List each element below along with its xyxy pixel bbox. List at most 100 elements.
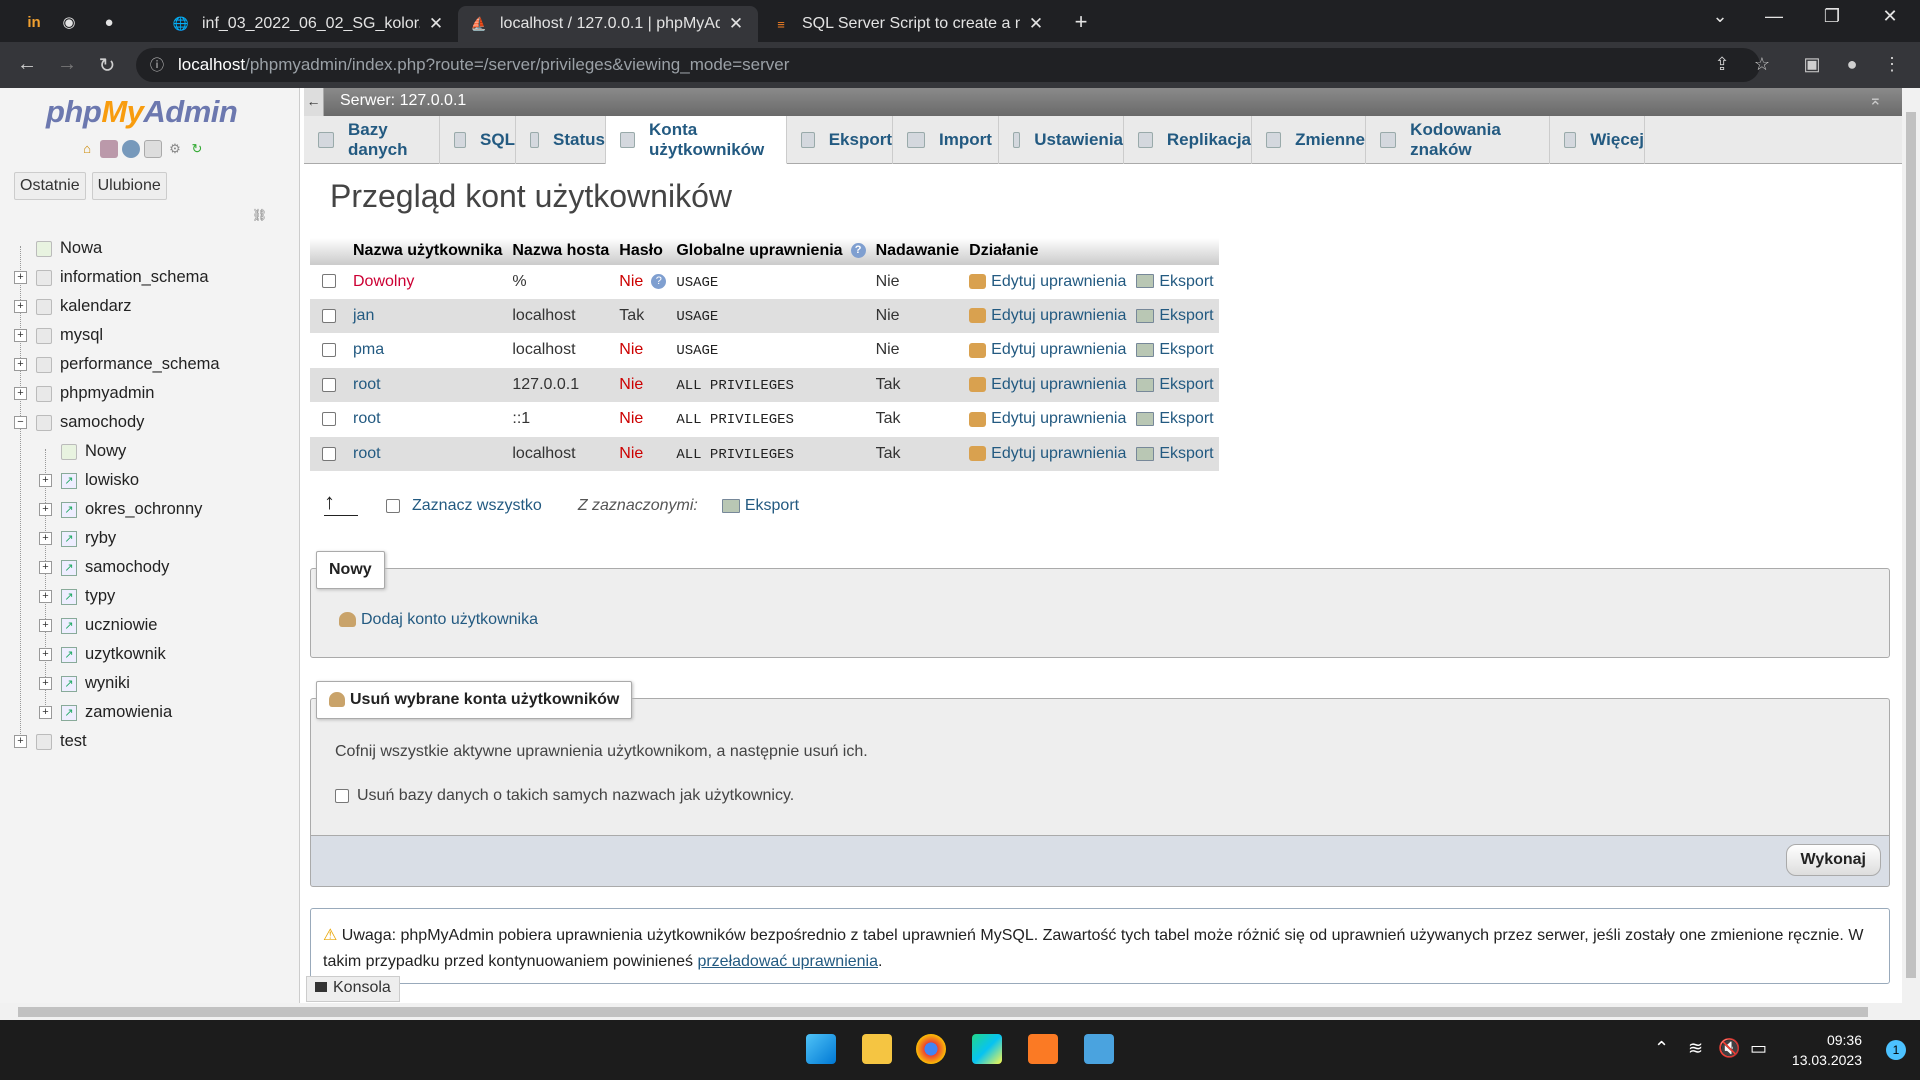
export-link[interactable]: Eksport [1159,273,1213,290]
share-icon[interactable]: ⇪ [1710,54,1734,75]
close-tab-icon[interactable]: ✕ [426,14,446,34]
nav-item-label[interactable]: test [60,732,87,751]
nav-item-label[interactable]: lowisko [85,471,139,490]
expand-icon[interactable]: + [39,474,52,487]
nav-database-item[interactable]: + information_schema [0,263,299,292]
expand-icon[interactable]: + [14,329,27,342]
horizontal-scroll-thumb[interactable] [18,1007,1868,1017]
execute-button[interactable]: Wykonaj [1785,844,1881,876]
nav-new-item[interactable]: Nowa [0,234,299,263]
tab-favorites[interactable]: Ulubione [91,172,167,200]
menu-tab-2[interactable]: Status [516,116,606,164]
username-cell-value[interactable]: root [353,410,381,427]
row-checkbox[interactable] [322,343,336,358]
help-icon[interactable]: ? [651,273,667,289]
nav-item-label[interactable]: performance_schema [60,355,220,374]
expand-icon[interactable]: + [39,532,52,545]
row-checkbox[interactable] [322,412,336,427]
nav-table-item[interactable]: + ↗ uzytkownik [0,640,299,669]
menu-tab-0[interactable]: Bazy danych [304,116,440,164]
edit-privileges-link[interactable]: Edytuj uprawnienia [991,445,1126,462]
reload-privileges-link[interactable]: przeładować uprawnienia [697,953,878,970]
edit-privileges-link[interactable]: Edytuj uprawnienia [991,273,1126,290]
browser-tab-phpmyadmin[interactable]: ⛵ localhost / 127.0.0.1 | phpMyAdmin ✕ [458,6,758,42]
nav-new-item[interactable]: Nowy [0,437,299,466]
username-cell-value[interactable]: pma [353,341,384,358]
chrome-icon[interactable] [916,1034,946,1064]
select-all-label[interactable]: Zaznacz wszystko [412,497,542,515]
docs-icon[interactable] [144,140,162,158]
nav-database-item[interactable]: + phpmyadmin [0,379,299,408]
console-toggle[interactable]: Konsola [306,976,400,1002]
nav-table-item[interactable]: + ↗ lowisko [0,466,299,495]
menu-kebab-icon[interactable]: ⋮ [1880,54,1904,75]
nav-item-label[interactable]: uzytkownik [85,645,166,664]
nav-database-item[interactable]: + kalendarz [0,292,299,321]
collapse-nav-button[interactable]: ← [304,88,324,116]
menu-tab-6[interactable]: Ustawienia [999,116,1124,164]
tab-search-chevron-icon[interactable]: ⌄ [1700,6,1740,27]
pinned-tab-github-icon[interactable]: ● [97,10,121,34]
menu-tab-3[interactable]: Konta użytkowników [606,116,787,164]
menu-tab-1[interactable]: SQL [440,116,516,164]
profile-icon[interactable]: ● [1840,54,1864,75]
row-checkbox[interactable] [322,308,336,323]
nav-item-label[interactable]: typy [85,587,115,606]
reload-nav-icon[interactable]: ↻ [188,140,206,158]
side-panel-icon[interactable]: ▣ [1800,54,1824,75]
export-link[interactable]: Eksport [1159,341,1213,358]
battery-icon[interactable]: ▭ [1750,1038,1767,1059]
phpmyadmin-logo[interactable]: phpMyAdmin [46,94,238,130]
tray-chevron-icon[interactable]: ⌃ [1654,1038,1669,1059]
scroll-top-icon[interactable]: ⌅ [1869,90,1882,110]
pinned-tab-discord-icon[interactable]: ◉ [57,10,81,34]
vertical-scrollbar[interactable] [1902,88,1920,1003]
xampp-icon[interactable] [1028,1034,1058,1064]
edit-privileges-link[interactable]: Edytuj uprawnienia [991,307,1126,324]
expand-icon[interactable]: + [39,619,52,632]
server-breadcrumb[interactable]: Serwer: 127.0.0.1 [340,92,466,110]
bulk-export-button[interactable]: Eksport [745,497,799,515]
row-checkbox[interactable] [322,274,336,289]
bookmark-star-icon[interactable]: ☆ [1750,54,1774,75]
nav-item-label[interactable]: samochody [85,558,169,577]
col-header-grant[interactable]: Nadawanie [870,238,965,265]
expand-icon[interactable]: + [39,561,52,574]
wifi-icon[interactable]: ≋ [1688,1038,1703,1059]
nav-table-item[interactable]: + ↗ ryby [0,524,299,553]
export-link[interactable]: Eksport [1159,410,1213,427]
menu-tab-7[interactable]: Replikacja [1124,116,1252,164]
edit-privileges-link[interactable]: Edytuj uprawnienia [991,410,1126,427]
export-link[interactable]: Eksport [1159,445,1213,462]
settings-gear-icon[interactable]: ⚙ [166,140,184,158]
webstorm-icon[interactable] [972,1034,1002,1064]
browser-tab-pdf[interactable]: 🌐 inf_03_2022_06_02_SG_kolor.pdf ✕ [160,6,458,42]
nav-item-label[interactable]: kalendarz [60,297,132,316]
nav-item-label[interactable]: uczniowie [85,616,157,635]
tab-recent[interactable]: Ostatnie [14,172,86,200]
nav-table-item[interactable]: + ↗ wyniki [0,669,299,698]
menu-tab-9[interactable]: Kodowania znaków [1366,116,1550,164]
restore-button[interactable]: ❐ [1812,6,1852,27]
menu-tab-5[interactable]: Import [893,116,999,164]
expand-icon[interactable]: + [39,706,52,719]
windows-start-icon[interactable] [806,1034,836,1064]
site-info-icon[interactable]: ⓘ [150,55,164,75]
collapse-icon[interactable]: − [14,416,27,429]
horizontal-scrollbar[interactable] [0,1003,1920,1020]
menu-tab-10[interactable]: Więcej [1550,116,1645,164]
col-header-username[interactable]: Nazwa użytkownika [348,238,508,265]
nav-item-label[interactable]: mysql [60,326,103,345]
row-checkbox[interactable] [322,446,336,461]
expand-icon[interactable]: + [39,648,52,661]
nav-item-label[interactable]: samochody [60,413,144,432]
volume-muted-icon[interactable]: 🔇 [1718,1038,1740,1059]
nav-item-label[interactable]: information_schema [60,268,209,287]
select-all-checkbox[interactable] [386,499,400,513]
col-header-host[interactable]: Nazwa hosta [507,238,615,265]
minimize-button[interactable]: — [1754,6,1794,27]
expand-icon[interactable]: + [14,387,27,400]
nav-item-label[interactable]: ryby [85,529,116,548]
row-checkbox[interactable] [322,377,336,392]
close-tab-icon[interactable]: ✕ [1026,14,1046,34]
